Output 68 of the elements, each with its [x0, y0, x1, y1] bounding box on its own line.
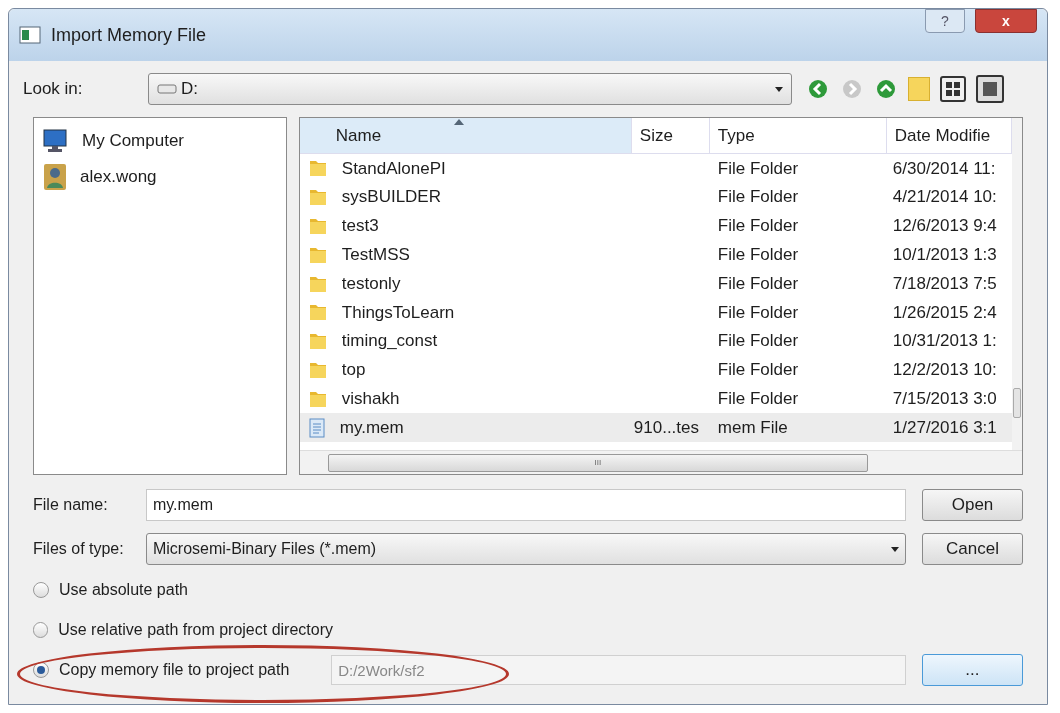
- document-icon: [307, 417, 326, 438]
- path-option-radio[interactable]: Use absolute path: [33, 578, 333, 602]
- window-icon: [19, 26, 41, 44]
- file-type: File Folder: [717, 273, 799, 293]
- file-name: sysBUILDER: [341, 186, 441, 209]
- file-date: 12/6/2013 9:4: [892, 216, 997, 236]
- file-date: 7/15/2013 3:0: [892, 389, 997, 408]
- file-type: File Folder: [717, 216, 799, 236]
- close-button[interactable]: x: [975, 9, 1037, 33]
- horizontal-scrollbar[interactable]: III: [299, 450, 1022, 474]
- place-item[interactable]: alex.wong: [42, 162, 278, 192]
- back-icon[interactable]: [806, 77, 830, 101]
- file-type-dropdown[interactable]: Microsemi-Binary Files (*.mem): [145, 533, 907, 565]
- file-name: test3: [341, 215, 379, 238]
- open-button[interactable]: Open: [922, 489, 1023, 521]
- up-icon[interactable]: [874, 77, 898, 101]
- file-name-field[interactable]: my.mem: [145, 489, 907, 521]
- folder-icon: [307, 187, 328, 208]
- file-type: File Folder: [717, 389, 799, 408]
- path-option-radio[interactable]: Use relative path from project directory: [33, 618, 333, 642]
- place-item[interactable]: My Computer: [42, 126, 278, 156]
- file-type: File Folder: [717, 158, 799, 178]
- browse-button[interactable]: ...: [921, 654, 1023, 686]
- file-type: File Folder: [717, 331, 799, 351]
- file-date: 6/30/2014 11:: [892, 158, 996, 178]
- file-name: vishakh: [341, 388, 400, 410]
- drive-icon: [157, 83, 177, 95]
- file-type: File Folder: [717, 187, 799, 207]
- cancel-button[interactable]: Cancel: [922, 533, 1023, 565]
- file-name: my.mem: [339, 416, 404, 439]
- file-name: ThingsToLearn: [341, 301, 455, 324]
- file-name: testonly: [341, 272, 401, 295]
- detail-view-icon[interactable]: [976, 75, 1004, 103]
- file-row[interactable]: my.mem 910...tes mem File 1/27/2016 3:1: [299, 413, 1012, 442]
- file-name-label: File name:: [33, 495, 109, 515]
- file-type-label: Files of type:: [33, 539, 125, 559]
- file-type: File Folder: [717, 302, 799, 322]
- file-name: top: [341, 359, 366, 382]
- file-name: StandAlonePI: [341, 157, 446, 180]
- file-date: 1/26/2015 2:4: [892, 302, 997, 322]
- look-in-label: Look in:: [23, 78, 84, 101]
- help-button[interactable]: ?: [925, 9, 965, 33]
- path-option-radio[interactable]: Copy memory file to project path: [33, 658, 332, 682]
- file-type: File Folder: [717, 360, 799, 380]
- scroll-grip: III: [594, 456, 602, 469]
- look-in-dropdown[interactable]: D:: [148, 73, 792, 105]
- file-name: TestMSS: [341, 244, 410, 267]
- window-title: Import Memory File: [51, 23, 207, 47]
- caret-icon: [775, 86, 783, 92]
- file-date: 10/31/2013 1:: [892, 331, 997, 351]
- sort-arrow-icon: [453, 119, 464, 125]
- file-type: File Folder: [717, 245, 799, 265]
- file-name: timing_const: [341, 330, 438, 353]
- folder-icon: [307, 158, 328, 179]
- file-date: 1/27/2016 3:1: [892, 417, 997, 437]
- file-date: 10/1/2013 1:3: [892, 245, 997, 265]
- column-header[interactable]: Name: [299, 118, 632, 153]
- file-type: mem File: [717, 417, 788, 437]
- vertical-scrollbar[interactable]: [1011, 118, 1022, 450]
- file-date: 12/2/2013 10:: [892, 360, 997, 380]
- folder-icon: [307, 331, 328, 352]
- folder-icon: [307, 216, 328, 236]
- file-size: 910...tes: [633, 417, 699, 437]
- folder-icon: [307, 302, 328, 323]
- caret-icon: [891, 546, 900, 552]
- file-date: 7/18/2013 7:5: [892, 273, 997, 293]
- file-date: 4/21/2014 10:: [892, 187, 997, 207]
- grid-view-icon[interactable]: [940, 76, 966, 102]
